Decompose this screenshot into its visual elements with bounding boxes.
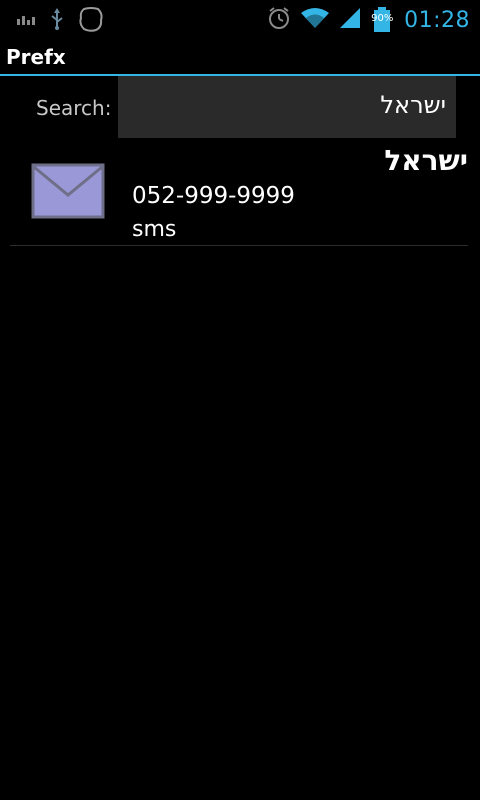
alarm-icon (266, 5, 292, 35)
envelope-icon (31, 163, 105, 223)
message-type: sms (132, 217, 177, 242)
clock: 01:28 (404, 7, 470, 33)
contact-name: ישראל (384, 144, 468, 177)
bar-chart-icon (16, 11, 36, 31)
list-item[interactable]: ישראל 052-999-9999 sms (10, 142, 468, 246)
search-input[interactable] (118, 76, 456, 138)
status-bar-right: 90% 01:28 (266, 5, 470, 35)
title-bar: Prefx (0, 38, 480, 76)
battery-icon: 90% (370, 7, 394, 33)
search-row: Search: (0, 76, 480, 138)
usb-icon (50, 8, 64, 34)
contact-number: 052-999-9999 (132, 183, 295, 209)
battery-percent: 90% (371, 13, 394, 24)
wifi-icon (300, 6, 330, 34)
status-bar-left (16, 6, 104, 36)
app-notification-icon (78, 6, 104, 36)
app-title: Prefx (6, 45, 66, 69)
status-bar: 90% 01:28 (0, 0, 480, 38)
signal-icon (338, 6, 362, 34)
search-label: Search: (36, 96, 112, 120)
